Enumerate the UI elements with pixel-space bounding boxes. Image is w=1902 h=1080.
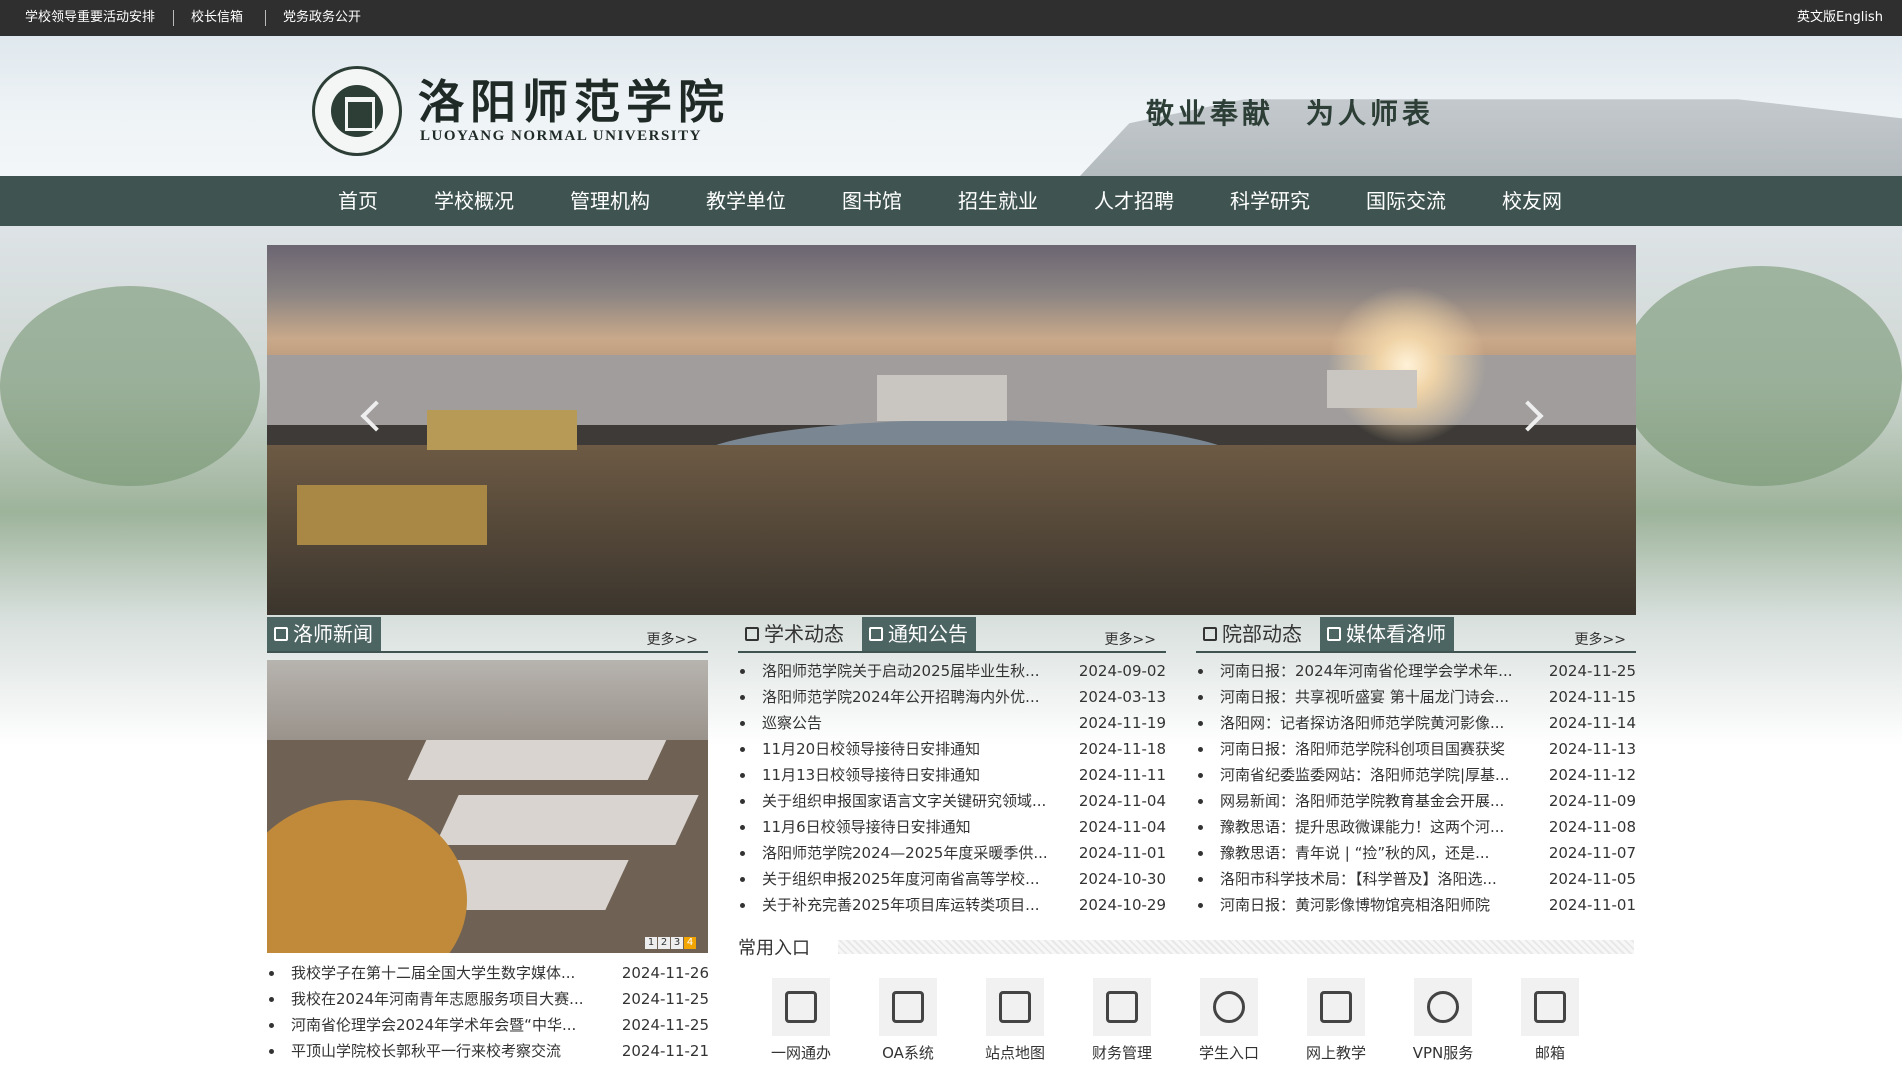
yen-hand-icon bbox=[1106, 991, 1138, 1023]
nav-international[interactable]: 国际交流 bbox=[1366, 176, 1446, 226]
list-item[interactable]: 河南省纪委监委网站：洛阳师范学院|厚基... 2024-11-12 bbox=[1198, 762, 1636, 788]
globe-icon bbox=[1427, 991, 1459, 1023]
nav-recruitment[interactable]: 人才招聘 bbox=[1094, 176, 1174, 226]
nav-administration[interactable]: 管理机构 bbox=[570, 176, 650, 226]
list-item[interactable]: 洛阳师范学院2024—2025年度采暖季供... 2024-11-01 bbox=[740, 840, 1166, 866]
speaker-icon bbox=[1203, 627, 1217, 641]
media-list: 河南日报：2024年河南省伦理学会学术年... 2024-11-25 河南日报：共… bbox=[1198, 658, 1636, 918]
divider bbox=[265, 10, 266, 26]
notices-more-link[interactable]: 更多>> bbox=[1105, 629, 1156, 649]
chat-icon bbox=[1327, 627, 1341, 641]
list-item[interactable]: 豫教思语：青年说 | “捡”秋的风，还是... 2024-11-07 bbox=[1198, 840, 1636, 866]
tab-notices[interactable]: 通知公告 bbox=[862, 617, 976, 651]
list-item[interactable]: 关于组织申报国家语言文字关键研究领域... 2024-11-04 bbox=[740, 788, 1166, 814]
list-item[interactable]: 11月20日校领导接待日安排通知 2024-11-18 bbox=[740, 736, 1166, 762]
book-icon bbox=[999, 991, 1031, 1023]
quick-link-sitemap[interactable]: 站点地图 bbox=[970, 978, 1060, 1063]
tab-department-news[interactable]: 院部动态 bbox=[1196, 617, 1310, 651]
list-item[interactable]: 豫教思语：提升思政微课能力！这两个河... 2024-11-08 bbox=[1198, 814, 1636, 840]
list-item[interactable]: 平顶山学院校长郭秋平一行来校考察交流 2024-11-21 bbox=[269, 1038, 709, 1064]
nav-library[interactable]: 图书馆 bbox=[842, 176, 902, 226]
quick-links-divider bbox=[838, 940, 1634, 954]
news-pager: 1234 bbox=[644, 937, 696, 949]
list-item[interactable]: 我校学子在第十二届全国大学生数字媒体... 2024-11-26 bbox=[269, 960, 709, 986]
calculator-icon bbox=[1320, 991, 1352, 1023]
monitor-icon bbox=[892, 991, 924, 1023]
english-version-link[interactable]: 英文版English bbox=[1797, 0, 1883, 36]
media-more-link[interactable]: 更多>> bbox=[1575, 629, 1626, 649]
document-icon bbox=[745, 627, 759, 641]
quick-link-online-teaching[interactable]: 网上教学 bbox=[1291, 978, 1381, 1063]
list-item[interactable]: 我校在2024年河南青年志愿服务项目大赛... 2024-11-25 bbox=[269, 986, 709, 1012]
quick-links-title: 常用入口 bbox=[738, 938, 810, 959]
notices-list: 洛阳师范学院关于启动2025届毕业生秋... 2024-09-02 洛阳师范学院2… bbox=[740, 658, 1166, 918]
quick-link-finance[interactable]: 财务管理 bbox=[1077, 978, 1167, 1063]
topbar-link-leader-schedule[interactable]: 学校领导重要活动安排 bbox=[25, 0, 155, 36]
quick-link-oa[interactable]: OA系统 bbox=[863, 978, 953, 1063]
topbar-link-president-mailbox[interactable]: 校长信箱 bbox=[191, 0, 243, 36]
pencil-icon bbox=[785, 991, 817, 1023]
list-item[interactable]: 河南日报：黄河影像博物馆亮相洛阳师院 2024-11-01 bbox=[1198, 892, 1636, 918]
list-item[interactable]: 洛阳网：记者探访洛阳师范学院黄河影像... 2024-11-14 bbox=[1198, 710, 1636, 736]
pager-dot[interactable]: 1 bbox=[645, 937, 657, 949]
top-bar: 学校领导重要活动安排 校长信箱 党务政务公开 英文版English bbox=[0, 0, 1902, 36]
list-item[interactable]: 河南日报：2024年河南省伦理学会学术年... 2024-11-25 bbox=[1198, 658, 1636, 684]
list-item[interactable]: 关于组织申报2025年度河南省高等学校... 2024-10-30 bbox=[740, 866, 1166, 892]
news-header: 洛师新闻 更多>> bbox=[267, 617, 708, 653]
pager-dot-active[interactable]: 4 bbox=[684, 937, 696, 949]
news-photo[interactable]: 1234 bbox=[267, 660, 708, 953]
pager-dot[interactable]: 2 bbox=[658, 937, 670, 949]
main-nav: 首页 学校概况 管理机构 教学单位 图书馆 招生就业 人才招聘 科学研究 国际交… bbox=[0, 176, 1902, 226]
quick-link-mail[interactable]: 邮箱 bbox=[1505, 978, 1595, 1063]
hero-carousel[interactable] bbox=[267, 245, 1636, 615]
nav-departments[interactable]: 教学单位 bbox=[706, 176, 786, 226]
university-name-en: LUOYANG NORMAL UNIVERSITY bbox=[420, 128, 702, 144]
list-icon bbox=[869, 627, 883, 641]
quick-link-one-stop[interactable]: 一网通办 bbox=[756, 978, 846, 1063]
pager-dot[interactable]: 3 bbox=[671, 937, 683, 949]
nav-about[interactable]: 学校概况 bbox=[434, 176, 514, 226]
list-item[interactable]: 洛阳市科学技术局：【科学普及】洛阳选... 2024-11-05 bbox=[1198, 866, 1636, 892]
news-list: 我校学子在第十二届全国大学生数字媒体... 2024-11-26 我校在2024年… bbox=[269, 960, 709, 1064]
list-item[interactable]: 河南省伦理学会2024年学术年会暨“中华... 2024-11-25 bbox=[269, 1012, 709, 1038]
divider bbox=[173, 10, 174, 26]
news-more-link[interactable]: 更多>> bbox=[647, 629, 698, 649]
nav-home[interactable]: 首页 bbox=[338, 176, 378, 226]
tab-news[interactable]: 洛师新闻 bbox=[267, 617, 381, 651]
topbar-link-affairs-public[interactable]: 党务政务公开 bbox=[283, 0, 361, 36]
mail-icon bbox=[1534, 991, 1566, 1023]
quick-link-student[interactable]: 学生入口 bbox=[1184, 978, 1274, 1063]
list-item[interactable]: 洛阳师范学院关于启动2025届毕业生秋... 2024-09-02 bbox=[740, 658, 1166, 684]
list-item[interactable]: 巡察公告 2024-11-19 bbox=[740, 710, 1166, 736]
list-item[interactable]: 网易新闻：洛阳师范学院教育基金会开展... 2024-11-09 bbox=[1198, 788, 1636, 814]
user-icon bbox=[1213, 991, 1245, 1023]
school-motto: 敬业奉献 为人师表 bbox=[1146, 97, 1435, 130]
list-item[interactable]: 洛阳师范学院2024年公开招聘海内外优... 2024-03-13 bbox=[740, 684, 1166, 710]
list-item[interactable]: 11月6日校领导接待日安排通知 2024-11-04 bbox=[740, 814, 1166, 840]
list-item[interactable]: 河南日报：洛阳师范学院科创项目国赛获奖 2024-11-13 bbox=[1198, 736, 1636, 762]
notices-header: 学术动态 通知公告 更多>> bbox=[738, 617, 1166, 653]
university-name-cn: 洛阳师范学院 bbox=[418, 75, 730, 129]
nav-admissions[interactable]: 招生就业 bbox=[958, 176, 1038, 226]
quick-link-vpn[interactable]: VPN服务 bbox=[1398, 978, 1488, 1063]
nav-research[interactable]: 科学研究 bbox=[1230, 176, 1310, 226]
media-header: 院部动态 媒体看洛师 更多>> bbox=[1196, 617, 1636, 653]
list-item[interactable]: 关于补充完善2025年项目库运转类项目... 2024-10-29 bbox=[740, 892, 1166, 918]
document-icon bbox=[274, 627, 288, 641]
nav-alumni[interactable]: 校友网 bbox=[1502, 176, 1562, 226]
tab-media[interactable]: 媒体看洛师 bbox=[1320, 617, 1454, 651]
university-seal-icon[interactable] bbox=[312, 66, 402, 156]
list-item[interactable]: 河南日报：共享视听盛宴 第十届龙门诗会... 2024-11-15 bbox=[1198, 684, 1636, 710]
tab-academic[interactable]: 学术动态 bbox=[738, 617, 852, 651]
list-item[interactable]: 11月13日校领导接待日安排通知 2024-11-11 bbox=[740, 762, 1166, 788]
